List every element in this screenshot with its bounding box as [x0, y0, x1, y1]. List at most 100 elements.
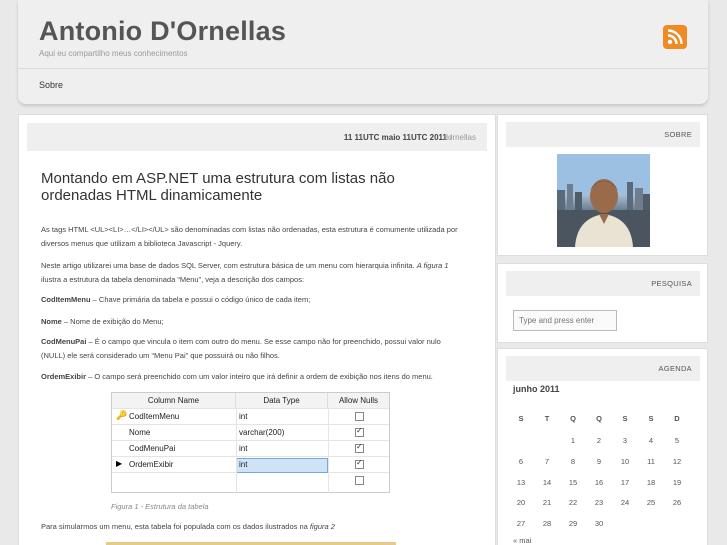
calendar-weekday-header: S	[648, 414, 654, 423]
data-type-cell: int	[239, 444, 248, 453]
column-header-name: Column Name	[112, 393, 236, 408]
widget-header: AGENDA	[506, 356, 700, 381]
field-name: OrdemExibir	[41, 372, 87, 381]
column-name-cell: Nome	[129, 428, 151, 437]
primary-key-icon: 🔑	[116, 410, 128, 420]
calendar-day: 18	[646, 477, 656, 487]
calendar-day: 6	[518, 456, 524, 466]
calendar-day: 25	[646, 498, 656, 508]
table-row: Nome varchar(200)	[112, 425, 389, 441]
calendar-day: 29	[568, 519, 578, 529]
search-input[interactable]	[513, 310, 617, 331]
paragraph-text: ilustra a estrutura da tabela denominada…	[41, 274, 305, 284]
widget-title: PESQUISA	[651, 279, 692, 288]
widget-agenda: AGENDA junho 2011 S T Q Q S S D 1 2 3 4 5 6 7 8 9 10 11 12…	[497, 348, 708, 545]
widget-title: SOBRE	[664, 130, 692, 139]
calendar-day: 20	[516, 498, 526, 508]
field-name: Nome	[41, 317, 62, 326]
table-row	[112, 473, 389, 489]
calendar-weekday-header: Q	[570, 414, 576, 423]
table-structure-figure: Column Name Data Type Allow Nulls 🔑 CodI…	[111, 392, 390, 493]
calendar-day: 7	[544, 456, 550, 466]
calendar-day: 30	[594, 519, 604, 529]
author-photo	[557, 154, 650, 247]
calendar-day: 19	[672, 477, 682, 487]
calendar-day: 3	[622, 436, 628, 445]
post-paragraph-article: Neste artigo utilizarei uma base de dado…	[41, 259, 466, 286]
widget-header: PESQUISA	[506, 271, 700, 296]
widget-title: AGENDA	[658, 364, 692, 373]
calendar-day: 28	[542, 519, 552, 529]
post-paragraph-simulation: Para simularmos um menu, esta tabela foi…	[41, 520, 466, 534]
post-title[interactable]: Montando em ASP.NET uma estrutura com li…	[41, 170, 431, 204]
nav-link-sobre[interactable]: Sobre	[39, 80, 63, 90]
allow-nulls-checkbox	[355, 458, 364, 469]
column-header-type: Data Type	[236, 393, 328, 408]
paragraph-text: Para simularmos um menu, esta tabela foi…	[41, 522, 310, 531]
calendar-day: 24	[620, 498, 630, 508]
header-divider	[18, 68, 708, 69]
site-description: Aqui eu compartilho meus conhecimentos	[39, 49, 188, 58]
post-panel: 11 11UTC maio 11UTC 2011 / dornellas Mon…	[18, 114, 496, 545]
field-description-nome: Nome – Nome de exibição do Menu;	[41, 315, 466, 329]
post-paragraph-intro: As tags HTML <UL><LI>…</LI></UL> são den…	[41, 225, 458, 248]
table-row: CodMenuPai int	[112, 441, 389, 457]
field-desc: – O campo será preenchido com um valor i…	[86, 372, 433, 381]
rss-icon[interactable]	[663, 25, 687, 49]
calendar-caption: junho 2011	[513, 384, 560, 394]
calendar-day: 8	[570, 456, 576, 466]
allow-nulls-checkbox	[355, 412, 364, 421]
data-type-cell: int	[239, 412, 248, 421]
calendar-day: 16	[594, 477, 604, 487]
calendar-day: 13	[516, 477, 526, 487]
calendar-day: 15	[568, 477, 578, 487]
figure-caption: Figura 1 - Estrutura da tabela	[111, 502, 209, 511]
row-selector-arrow-icon: ▶	[116, 459, 123, 468]
calendar-day: 22	[568, 498, 578, 508]
selected-cell-highlight	[236, 458, 328, 473]
data-type-cell: varchar(200)	[239, 428, 285, 437]
table-header-row: Column Name Data Type Allow Nulls	[112, 393, 389, 409]
table-row: ▶ OrdemExibir int	[112, 457, 389, 473]
field-description-ordemexibir: OrdemExibir – O campo será preenchido co…	[41, 370, 466, 384]
figure-reference: figura 2	[309, 522, 335, 531]
field-name: CodMenuPai	[41, 337, 87, 346]
calendar-day: 23	[594, 498, 604, 508]
calendar-day: 17	[620, 477, 630, 487]
calendar-day: 1	[570, 436, 576, 445]
post-meta-bar: 11 11UTC maio 11UTC 2011 / dornellas	[27, 123, 487, 151]
field-desc: – Chave primária da tabela e possui o có…	[90, 295, 311, 304]
post-author[interactable]: dornellas	[444, 133, 476, 142]
calendar-weekday-header: D	[674, 414, 680, 423]
calendar-day: 4	[648, 436, 654, 445]
calendar-day: 26	[672, 498, 682, 508]
widget-pesquisa: PESQUISA	[497, 263, 708, 343]
data-type-cell: int	[239, 460, 248, 469]
field-desc: – Nome de exibição do Menu;	[61, 317, 164, 326]
post-date[interactable]: 11 11UTC maio 11UTC 2011	[344, 133, 447, 142]
paragraph-text: Neste artigo utilizarei uma base de dado…	[41, 261, 417, 270]
field-desc: – É o campo que vincula o item com outro…	[41, 337, 441, 360]
column-name-cell: CodMenuPai	[129, 444, 176, 453]
figure-reference: A figura 1	[416, 261, 449, 270]
calendar-day: 2	[596, 436, 602, 445]
column-name-cell: CodItemMenu	[129, 412, 180, 421]
column-divider	[236, 409, 237, 493]
calendar-day: 21	[542, 498, 552, 508]
widget-sobre: SOBRE	[497, 114, 708, 256]
allow-nulls-checkbox	[355, 426, 364, 437]
calendar-day: 27	[516, 519, 526, 529]
calendar-weekday-header: S	[622, 414, 628, 423]
table-row: 🔑 CodItemMenu int	[112, 409, 389, 425]
calendar-day: 11	[647, 456, 655, 466]
field-description-coditemmenu: CodItemMenu – Chave primária da tabela e…	[41, 293, 466, 307]
column-divider	[328, 409, 329, 493]
field-name: CodItemMenu	[41, 295, 91, 304]
column-header-nulls: Allow Nulls	[328, 393, 389, 408]
widget-header: SOBRE	[506, 122, 700, 147]
site-title[interactable]: Antonio D'Ornellas	[39, 16, 286, 47]
calendar-prev-month-link[interactable]: « mai	[513, 536, 531, 545]
calendar-day: 5	[674, 436, 680, 445]
calendar-weekday-header: Q	[596, 414, 602, 423]
calendar-day: 9	[596, 456, 602, 466]
